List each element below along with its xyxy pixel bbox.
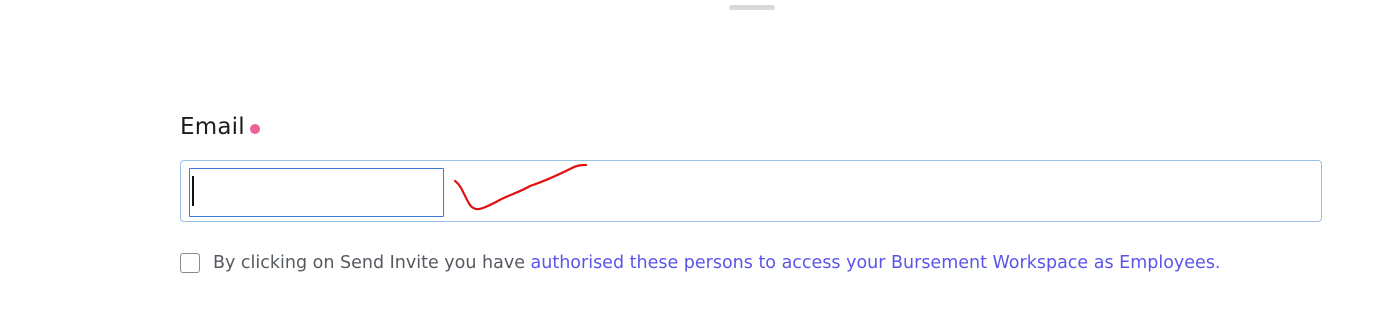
- sheet-drag-handle[interactable]: [729, 5, 775, 10]
- text-cursor: [192, 176, 194, 206]
- checkmark-stroke: [453, 163, 588, 211]
- invite-employee-panel: Email By clicking on Send Invite you hav…: [0, 0, 1393, 314]
- email-input[interactable]: [189, 168, 444, 217]
- email-field-label: Email: [180, 114, 260, 140]
- consent-text: By clicking on Send Invite you have auth…: [213, 253, 1221, 273]
- required-dot-icon: [249, 124, 260, 134]
- consent-link[interactable]: authorised these persons to access your …: [531, 253, 1221, 273]
- consent-prefix: By clicking on Send Invite you have: [213, 253, 531, 273]
- red-checkmark-annotation: [453, 163, 588, 211]
- email-label-text: Email: [180, 114, 245, 140]
- email-input-container[interactable]: [180, 160, 1322, 222]
- consent-checkbox[interactable]: [180, 253, 200, 273]
- consent-row: By clicking on Send Invite you have auth…: [180, 253, 1221, 273]
